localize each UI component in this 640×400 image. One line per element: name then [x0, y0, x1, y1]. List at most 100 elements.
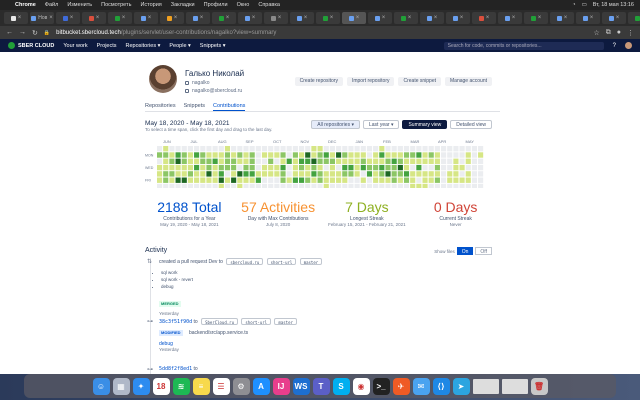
heatmap-cell[interactable] [471, 158, 478, 164]
heatmap-cell[interactable] [194, 158, 200, 164]
heatmap-cell[interactable] [366, 164, 373, 171]
dock-skype-icon[interactable]: S [332, 377, 350, 395]
heatmap-cell[interactable] [237, 152, 243, 158]
heatmap-cell[interactable] [379, 177, 385, 183]
heatmap-cell[interactable] [465, 183, 471, 188]
browser-tab-12[interactable]: × [316, 12, 340, 24]
commit-message[interactable]: sql work - revert [161, 276, 500, 283]
heatmap-cell[interactable] [194, 177, 200, 183]
forward-icon[interactable]: → [19, 29, 26, 36]
period-select[interactable]: Last year ▾ [362, 120, 400, 129]
browser-tab-22[interactable]: × [576, 12, 600, 24]
heatmap-cell[interactable] [360, 146, 366, 152]
heatmap-cell[interactable] [323, 158, 329, 164]
heatmap-cell[interactable] [391, 164, 397, 171]
menu-item-5[interactable]: Закладки [171, 2, 195, 8]
heatmap-cell[interactable] [397, 183, 403, 188]
heatmap-cell[interactable] [268, 164, 274, 171]
heatmap-cell[interactable] [280, 146, 286, 152]
heatmap-cell[interactable] [416, 152, 422, 158]
heatmap-cell[interactable] [471, 164, 478, 171]
heatmap-cell[interactable] [416, 146, 422, 152]
heatmap-cell[interactable] [471, 183, 478, 188]
heatmap-cell[interactable] [286, 183, 292, 188]
heatmap-cell[interactable] [299, 177, 305, 183]
browser-tab-19[interactable]: × [498, 12, 522, 24]
heatmap-cell[interactable] [224, 171, 231, 177]
battery-icon[interactable]: ▭ [582, 2, 587, 8]
show-files-off[interactable]: Off [475, 247, 492, 255]
heatmap-cell[interactable] [261, 171, 268, 177]
heatmap-cell[interactable] [373, 171, 379, 177]
heatmap-cell[interactable] [416, 158, 422, 164]
heatmap-cell[interactable] [434, 146, 440, 152]
browser-tab-4[interactable]: × [108, 12, 132, 24]
browser-tab-0[interactable]: × [4, 12, 28, 24]
heatmap-cell[interactable] [200, 171, 206, 177]
browser-tab-11[interactable]: × [290, 12, 314, 24]
dock-notes-icon[interactable]: ≡ [192, 377, 210, 395]
heatmap-cell[interactable] [181, 164, 187, 171]
heatmap-cell[interactable] [391, 152, 397, 158]
heatmap-cell[interactable] [311, 146, 317, 152]
heatmap-cell[interactable] [311, 171, 317, 177]
dock-vscode-icon[interactable]: ⟨⟩ [432, 377, 450, 395]
browser-tab-3[interactable]: × [82, 12, 106, 24]
heatmap-cell[interactable] [163, 152, 169, 158]
heatmap-cell[interactable] [434, 171, 440, 177]
header-nav-4[interactable]: Snippets ▾ [200, 43, 226, 49]
heatmap-cell[interactable] [453, 164, 459, 171]
heatmap-cell[interactable] [181, 146, 187, 152]
heatmap-cell[interactable] [237, 164, 243, 171]
heatmap-cell[interactable] [403, 146, 410, 152]
close-tab-icon[interactable]: × [304, 15, 308, 21]
heatmap-cell[interactable] [441, 177, 447, 183]
heatmap-cell[interactable] [323, 152, 329, 158]
heatmap-cell[interactable] [354, 146, 360, 152]
heatmap-cell[interactable] [441, 146, 447, 152]
heatmap-cell[interactable] [366, 158, 373, 164]
profile-action-button-0[interactable]: Create repository [294, 77, 343, 86]
heatmap-cell[interactable] [231, 152, 237, 158]
menu-item-2[interactable]: Изменить [67, 2, 92, 8]
heatmap-cell[interactable] [336, 152, 342, 158]
heatmap-cell[interactable] [187, 146, 193, 152]
heatmap-cell[interactable] [249, 158, 255, 164]
dock-window-thumbnail[interactable] [472, 378, 499, 394]
heatmap-cell[interactable] [391, 183, 397, 188]
heatmap-cell[interactable] [286, 152, 292, 158]
profile-action-button-3[interactable]: Manage account [445, 77, 492, 86]
heatmap-cell[interactable] [366, 171, 373, 177]
heatmap-cell[interactable] [354, 158, 360, 164]
heatmap-cell[interactable] [428, 158, 434, 164]
heatmap-cell[interactable] [305, 146, 311, 152]
heatmap-cell[interactable] [292, 152, 298, 158]
contribution-heatmap[interactable]: JUN JUL AUG SEP OCT NOV DEC JAN FEB MAR APR MAY MON W… [145, 138, 500, 188]
changed-file-link[interactable]: backend/src/app.service.ts [189, 330, 248, 336]
heatmap-cell[interactable] [379, 171, 385, 177]
heatmap-cell[interactable] [447, 158, 453, 164]
commit-hash-link[interactable]: 5dd8f2f8ed1 [159, 366, 192, 372]
heatmap-cell[interactable] [187, 177, 193, 183]
heatmap-cell[interactable] [157, 164, 163, 171]
heatmap-cell[interactable] [212, 146, 218, 152]
heatmap-cell[interactable] [422, 164, 428, 171]
heatmap-cell[interactable] [218, 158, 224, 164]
heatmap-cell[interactable] [379, 152, 385, 158]
heatmap-cell[interactable] [206, 146, 212, 152]
close-tab-icon[interactable]: × [564, 15, 568, 21]
heatmap-cell[interactable] [200, 164, 206, 171]
heatmap-cell[interactable] [187, 183, 193, 188]
heatmap-cell[interactable] [237, 158, 243, 164]
heatmap-cell[interactable] [286, 158, 292, 164]
summary-view-button[interactable]: Summary view [402, 120, 448, 129]
heatmap-cell[interactable] [169, 171, 175, 177]
heatmap-cell[interactable] [268, 177, 274, 183]
heatmap-cell[interactable] [292, 183, 298, 188]
heatmap-cell[interactable] [465, 158, 471, 164]
dock-webstorm-icon[interactable]: WS [292, 377, 310, 395]
heatmap-cell[interactable] [231, 171, 237, 177]
heatmap-cell[interactable] [163, 183, 169, 188]
heatmap-cell[interactable] [311, 177, 317, 183]
heatmap-cell[interactable] [212, 171, 218, 177]
